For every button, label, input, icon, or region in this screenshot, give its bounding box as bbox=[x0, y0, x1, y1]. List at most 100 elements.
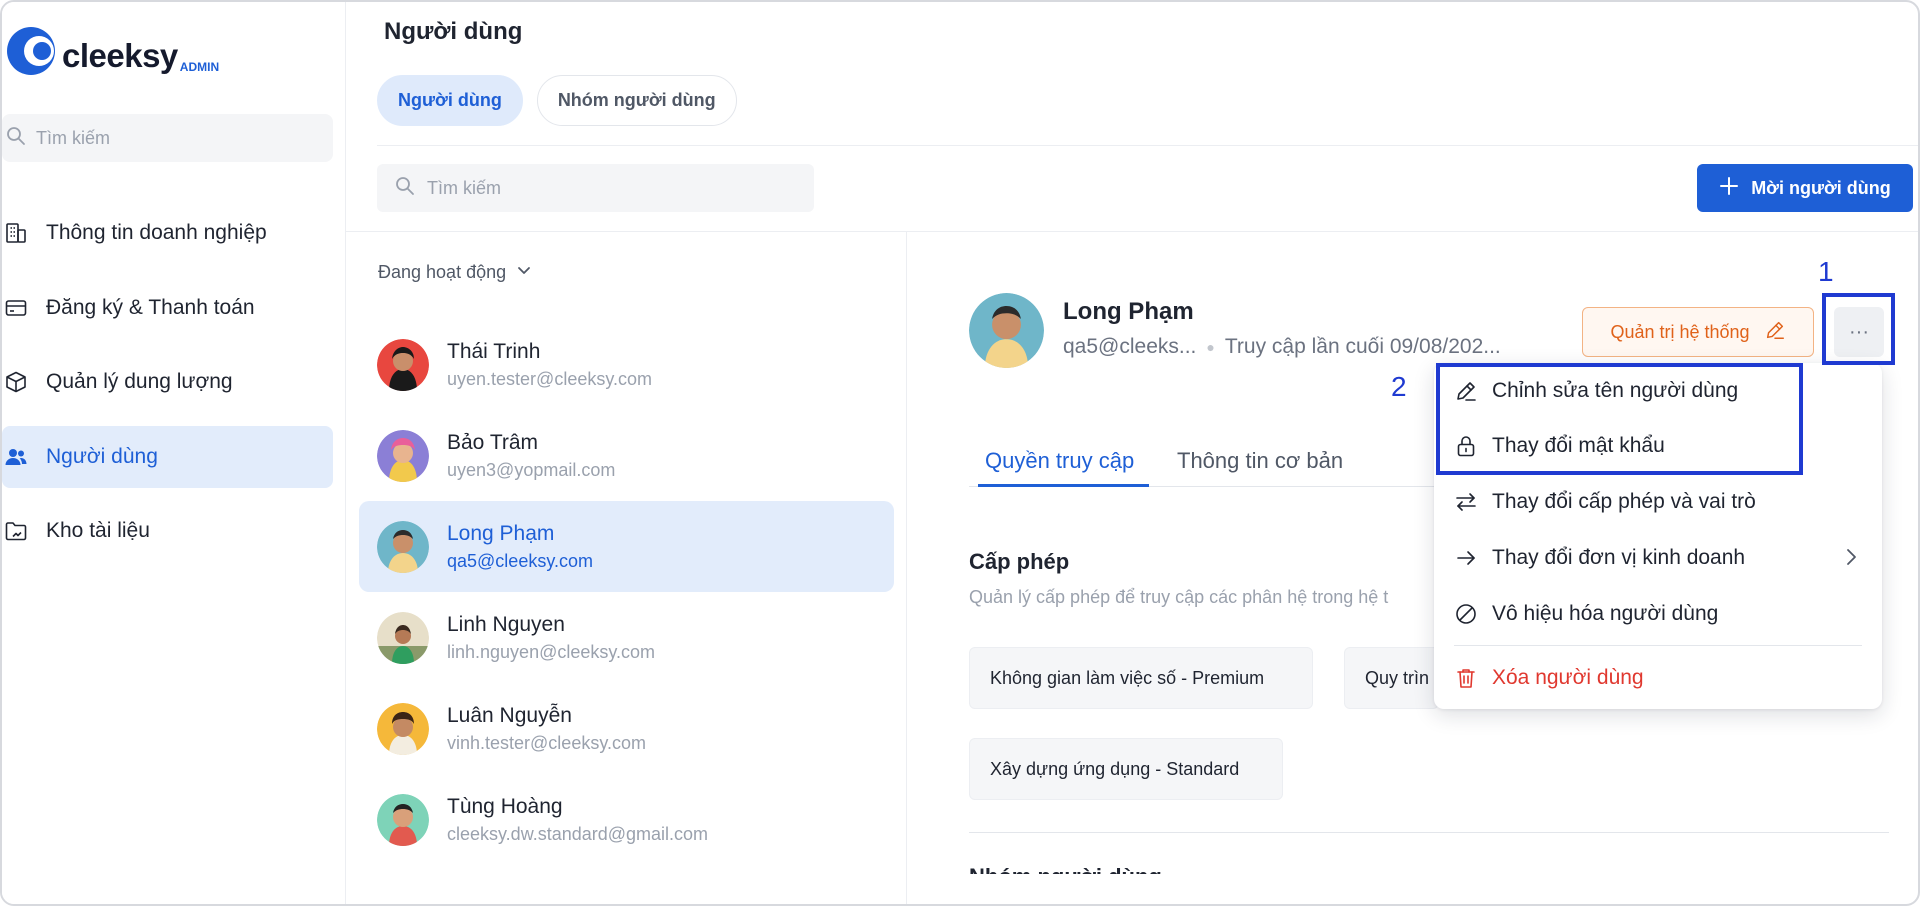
pencil-icon bbox=[1764, 319, 1786, 346]
main-tabs: Người dùng Nhóm người dùng bbox=[377, 75, 737, 126]
invite-user-label: Mời người dùng bbox=[1751, 177, 1891, 198]
user-list-item[interactable]: Bảo Trâm uyen3@yopmail.com bbox=[359, 410, 894, 501]
user-name: Bảo Trâm bbox=[447, 430, 539, 454]
menu-item-delete-user[interactable]: Xóa người dùng bbox=[1454, 662, 1644, 694]
sidebar-search-input[interactable]: Tìm kiếm bbox=[2, 114, 333, 162]
menu-item-deactivate-user[interactable]: Vô hiệu hóa người dùng bbox=[1454, 598, 1718, 630]
annotation-box-1 bbox=[1822, 293, 1895, 365]
license-chip: Không gian làm việc số - Premium bbox=[969, 647, 1313, 709]
system-admin-label: Quản trị hệ thống bbox=[1610, 321, 1750, 342]
credit-card-icon bbox=[4, 296, 28, 320]
sidebar-item-documents[interactable]: Kho tài liệu bbox=[2, 500, 333, 562]
user-email: uyen.tester@cleeksy.com bbox=[447, 368, 653, 389]
detail-last-access: Truy cập lần cuối 09/08/202... bbox=[1224, 335, 1501, 358]
divider bbox=[377, 145, 1918, 146]
user-list-item[interactable]: Linh Nguyen linh.nguyen@cleeksy.com bbox=[359, 592, 894, 683]
search-icon bbox=[395, 176, 415, 201]
tab-access-rights[interactable]: Quyền truy cập bbox=[985, 448, 1134, 474]
users-icon bbox=[4, 445, 28, 469]
swap-icon bbox=[1454, 490, 1478, 514]
invite-user-button[interactable]: Mời người dùng bbox=[1697, 164, 1913, 212]
annotation-label-2: 2 bbox=[1391, 371, 1407, 402]
avatar bbox=[377, 338, 429, 391]
user-name: Long Phạm bbox=[447, 521, 555, 545]
logo[interactable]: cleeksy ADMIN bbox=[6, 26, 219, 76]
user-list-item[interactable]: Thái Trinh uyen.tester@cleeksy.com bbox=[359, 319, 894, 410]
user-name: Thái Trinh bbox=[447, 339, 541, 363]
divider bbox=[906, 231, 907, 904]
menu-item-change-business-unit[interactable]: Thay đổi đơn vị kinh doanh bbox=[1454, 542, 1745, 574]
user-search-input[interactable]: Tìm kiếm bbox=[377, 164, 814, 212]
license-chip: Quy trìn bbox=[1344, 647, 1439, 709]
dot-separator-icon: ● bbox=[1206, 339, 1215, 355]
user-list-item[interactable]: Tùng Hoàng cleeksy.dw.standard@gmail.com bbox=[359, 774, 894, 865]
status-filter-label: Đang hoạt động bbox=[378, 262, 507, 282]
divider bbox=[346, 231, 1918, 232]
status-filter-dropdown[interactable]: Đang hoạt động bbox=[378, 262, 532, 283]
plus-icon bbox=[1719, 176, 1739, 201]
menu-item-label: Thay đổi đơn vị kinh doanh bbox=[1492, 546, 1746, 569]
detail-user-email: qa5@cleeks... bbox=[1063, 335, 1197, 358]
system-admin-button[interactable]: Quản trị hệ thống bbox=[1582, 307, 1814, 357]
sidebar-item-label: Đăng ký & Thanh toán bbox=[46, 295, 255, 319]
sidebar-item-label: Người dùng bbox=[46, 444, 158, 468]
annotation-box-2 bbox=[1436, 363, 1803, 475]
license-chip: Xây dựng ứng dụng - Standard bbox=[969, 738, 1283, 800]
user-name: Tùng Hoàng bbox=[447, 794, 563, 818]
sidebar-item-business-info[interactable]: Thông tin doanh nghiệp bbox=[2, 202, 333, 264]
user-email: uyen3@yopmail.com bbox=[447, 459, 616, 480]
user-email: linh.nguyen@cleeksy.com bbox=[447, 641, 656, 662]
sidebar-item-storage[interactable]: Quản lý dung lượng bbox=[2, 351, 333, 413]
folder-icon bbox=[4, 519, 28, 543]
user-groups-section-title: Nhóm người dùng bbox=[969, 864, 1162, 874]
menu-item-label: Xóa người dùng bbox=[1492, 666, 1644, 689]
menu-item-label: Vô hiệu hóa người dùng bbox=[1492, 602, 1719, 625]
detail-user-name: Long Phạm bbox=[1063, 298, 1194, 325]
search-icon bbox=[6, 126, 26, 151]
app-window: cleeksy ADMIN Tìm kiếm Thông tin doanh n… bbox=[0, 0, 1920, 906]
avatar bbox=[377, 611, 429, 664]
box-icon bbox=[4, 370, 28, 394]
avatar bbox=[377, 793, 429, 846]
avatar bbox=[377, 702, 429, 755]
sidebar-item-users[interactable]: Người dùng bbox=[2, 425, 333, 488]
avatar bbox=[377, 429, 429, 482]
chevron-down-icon bbox=[516, 262, 532, 283]
tab-basic-info[interactable]: Thông tin cơ bản bbox=[1177, 448, 1343, 474]
chevron-right-icon bbox=[1840, 546, 1862, 573]
user-list-item[interactable]: Luân Nguyễn vinh.tester@cleeksy.com bbox=[359, 683, 894, 774]
arrow-right-icon bbox=[1454, 546, 1478, 570]
permissions-title: Cấp phép bbox=[969, 549, 1070, 574]
user-email: qa5@cleeksy.com bbox=[447, 550, 593, 571]
menu-item-label: Thay đổi cấp phép và vai trò bbox=[1492, 490, 1756, 513]
page-title: Người dùng bbox=[384, 18, 523, 45]
user-search-placeholder: Tìm kiếm bbox=[427, 177, 501, 198]
sidebar-item-label: Thông tin doanh nghiệp bbox=[46, 221, 267, 244]
brand-name: cleeksy bbox=[62, 37, 178, 74]
user-name: Luân Nguyễn bbox=[447, 703, 572, 727]
sidebar-item-label: Quản lý dung lượng bbox=[46, 370, 233, 393]
sidebar: cleeksy ADMIN Tìm kiếm Thông tin doanh n… bbox=[2, 2, 346, 904]
user-list: Thái Trinh uyen.tester@cleeksy.com Bảo T… bbox=[359, 319, 894, 865]
tab-users[interactable]: Người dùng bbox=[377, 75, 523, 126]
sidebar-nav: Thông tin doanh nghiệp Đăng ký & Thanh t… bbox=[2, 202, 333, 575]
menu-item-change-license-role[interactable]: Thay đổi cấp phép và vai trò bbox=[1454, 486, 1756, 518]
user-email: cleeksy.dw.standard@gmail.com bbox=[447, 823, 709, 844]
avatar bbox=[377, 520, 429, 573]
detail-tabs: Quyền truy cập Thông tin cơ bản bbox=[969, 448, 1445, 487]
building-icon bbox=[4, 221, 28, 245]
sidebar-item-label: Kho tài liệu bbox=[46, 519, 150, 542]
avatar bbox=[969, 293, 1044, 368]
divider bbox=[969, 832, 1889, 833]
ban-icon bbox=[1454, 602, 1478, 626]
detail-user-meta: qa5@cleeks... ● Truy cập lần cuối 09/08/… bbox=[1063, 335, 1501, 359]
menu-divider bbox=[1454, 645, 1862, 646]
trash-icon bbox=[1454, 666, 1478, 690]
active-tab-indicator bbox=[978, 484, 1149, 487]
user-list-item[interactable]: Long Phạm qa5@cleeksy.com bbox=[359, 501, 894, 592]
annotation-label-1: 1 bbox=[1818, 256, 1834, 287]
user-email: vinh.tester@cleeksy.com bbox=[447, 732, 647, 753]
permissions-description: Quản lý cấp phép để truy cập các phân hệ… bbox=[969, 587, 1389, 607]
sidebar-item-billing[interactable]: Đăng ký & Thanh toán bbox=[2, 277, 333, 339]
tab-user-groups[interactable]: Nhóm người dùng bbox=[536, 75, 737, 126]
